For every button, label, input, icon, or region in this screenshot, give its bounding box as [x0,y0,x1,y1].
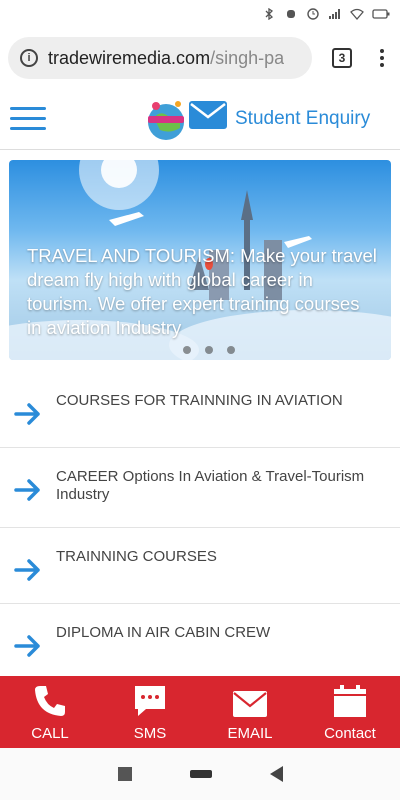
sms-icon [135,686,165,716]
contact-label: Contact [324,725,376,742]
signal-icon [329,9,340,19]
email-label: EMAIL [227,725,273,742]
email-icon [233,691,267,717]
arrow-right-icon [14,479,40,501]
hamburger-menu-icon[interactable] [10,107,46,130]
carousel-dots[interactable] [183,346,235,354]
sms-label: SMS [133,725,167,742]
carousel-dot[interactable] [227,346,235,354]
home-icon[interactable] [189,770,212,778]
site-logo[interactable] [140,94,192,146]
wifi-icon [350,8,364,20]
url-path: /singh-pa [210,47,285,68]
sms-button[interactable]: SMS [100,676,200,748]
carousel-dot[interactable] [205,346,213,354]
browser-toolbar: i tradewiremedia.com/singh-pa 3 [0,28,400,88]
url-text[interactable]: tradewiremedia.com/singh-pa [48,48,284,69]
battery-icon [372,9,390,19]
bluetooth-icon [265,8,274,20]
menu-item-aviation-courses[interactable]: COURSES FOR TRAINNING IN AVIATION [0,372,400,448]
more-menu-icon[interactable] [372,49,392,67]
vibrate-icon [287,10,295,18]
system-navigation-bar [0,748,400,800]
mail-icon[interactable] [188,100,228,130]
tab-switcher-button[interactable]: 3 [332,48,352,68]
call-button[interactable]: CALL [0,676,100,748]
menu-item-career-options[interactable]: CAREER Options In Aviation & Travel-Tour… [0,448,400,528]
menu-item-cabin-crew[interactable]: DIPLOMA IN AIR CABIN CREW [0,604,400,680]
student-enquiry-link[interactable]: Student Enquiry [235,108,370,130]
arrow-right-icon [14,635,40,657]
recent-apps-icon[interactable] [117,767,132,781]
banner-text: TRAVEL AND TOURISM: Make your travel dre… [27,245,377,338]
email-button[interactable]: EMAIL [200,676,300,748]
hero-banner[interactable]: TRAVEL AND TOURISM: Make your travel dre… [9,160,391,360]
status-bar [0,0,400,28]
arrow-right-icon [14,403,40,425]
carousel-dot[interactable] [183,346,191,354]
back-icon[interactable] [269,766,283,782]
alarm-icon [307,8,319,20]
course-menu: COURSES FOR TRAINNING IN AVIATION CAREER… [0,372,400,680]
menu-item-label: CAREER Options In Aviation & Travel-Tour… [56,468,365,503]
arrow-right-icon [14,559,40,581]
call-label: CALL [31,725,69,742]
bottom-action-bar: CALL SMS EMAIL Contact [0,676,400,748]
phone-icon [35,686,65,716]
url-field[interactable]: i tradewiremedia.com/singh-pa [8,37,312,79]
menu-item-label: COURSES FOR TRAINNING IN AVIATION [56,392,343,409]
info-icon[interactable]: i [20,49,38,67]
contact-button[interactable]: Contact [300,676,400,748]
site-header: Student Enquiry [0,88,400,150]
url-domain: tradewiremedia.com [48,47,211,68]
menu-item-training-courses[interactable]: TRAINNING COURSES [0,528,400,604]
calendar-icon [334,685,366,717]
menu-item-label: DIPLOMA IN AIR CABIN CREW [56,624,271,641]
menu-item-label: TRAINNING COURSES [56,548,217,565]
